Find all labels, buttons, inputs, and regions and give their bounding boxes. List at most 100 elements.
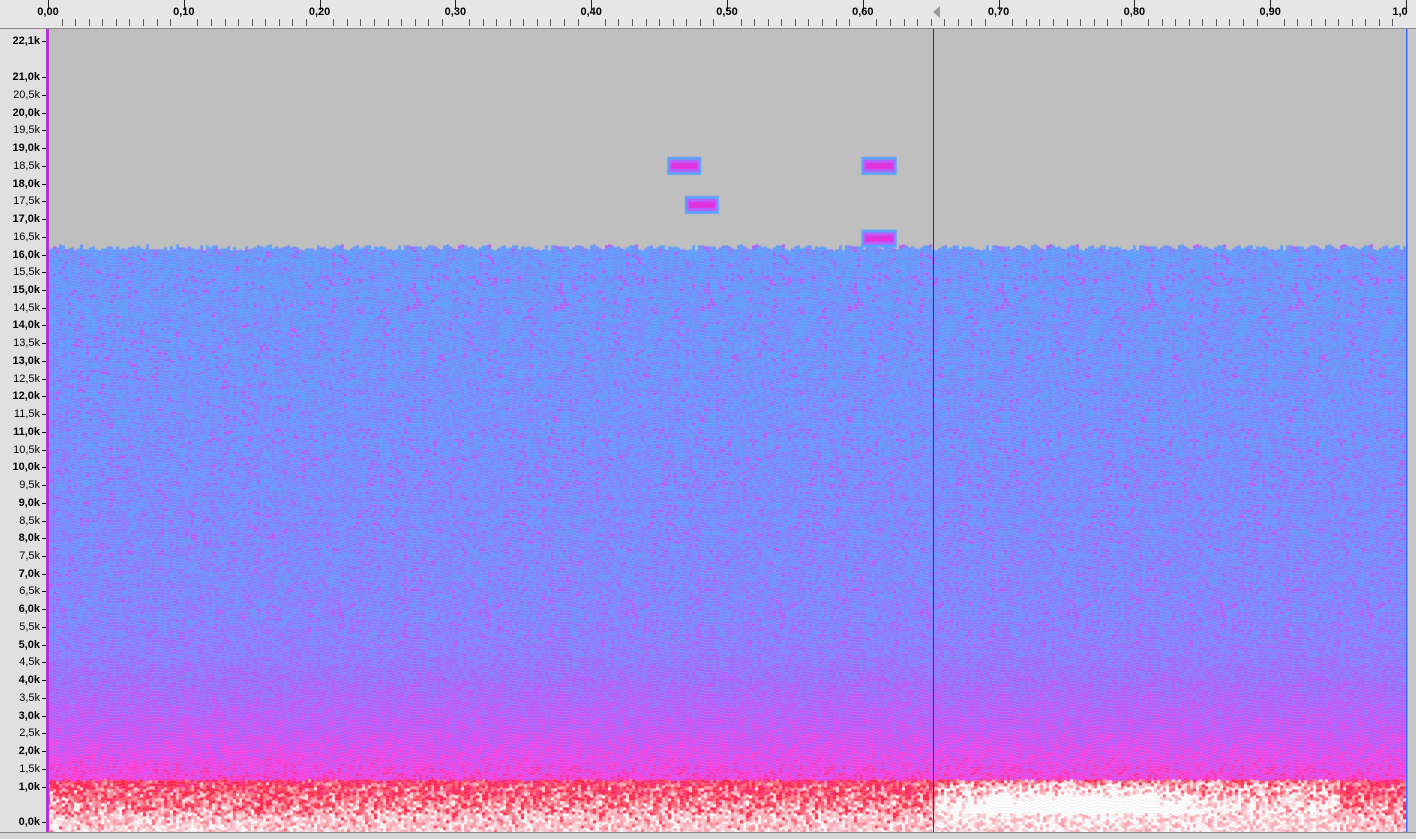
time-ruler-minor-tick	[1243, 19, 1244, 26]
frequency-label: 3,5k	[19, 691, 40, 704]
frequency-label: 7,0k	[18, 567, 40, 580]
time-ruler-minor-tick	[741, 19, 742, 26]
time-ruler[interactable]: 0,00 0,10 0,20 0,30 0,40 0,50 0,60 0,70 0,80 0,90…	[0, 0, 1416, 29]
time-ruler-minor-tick	[1311, 19, 1312, 26]
time-ruler-minor-tick	[1107, 19, 1108, 26]
time-ruler-minor-tick	[238, 19, 239, 26]
frequency-label: 6,5k	[19, 585, 40, 598]
frequency-label: 10,0k	[12, 461, 40, 474]
frequency-label: 1,5k	[19, 762, 40, 775]
frequency-axis[interactable]: 22,1k 21,0k 20,5k 20,0k 19,5k 19,0k 18,5k 18,0k…	[0, 29, 47, 832]
time-ruler-minor-tick	[415, 19, 416, 26]
time-ruler-minor-tick	[700, 19, 701, 26]
time-ruler-minor-tick	[931, 19, 932, 26]
time-ruler-minor-tick	[333, 19, 334, 26]
time-ruler-minor-tick	[252, 19, 253, 26]
time-ruler-minor-tick	[1012, 19, 1013, 26]
time-ruler-minor-tick	[1162, 19, 1163, 26]
frequency-label: 16,0k	[12, 248, 40, 261]
frequency-label: 19,5k	[13, 124, 40, 137]
cursor-marker-icon[interactable]	[933, 6, 940, 18]
time-ruler-minor-tick	[754, 19, 755, 26]
time-ruler-minor-tick	[401, 19, 402, 26]
time-ruler-label: 1,0	[1392, 6, 1408, 18]
frequency-label: 11,0k	[13, 425, 40, 438]
time-ruler-minor-tick	[578, 19, 579, 26]
time-ruler-label: 0,60	[852, 6, 874, 18]
time-ruler-minor-tick	[1202, 19, 1203, 26]
frequency-label: 18,0k	[12, 177, 40, 190]
time-ruler-minor-tick	[985, 19, 986, 26]
frequency-label: 5,5k	[19, 620, 40, 633]
time-ruler-minor-tick	[673, 19, 674, 26]
frequency-label: 12,5k	[13, 372, 40, 385]
time-ruler-minor-tick	[958, 19, 959, 26]
track-right-edge	[1407, 29, 1416, 832]
time-ruler-minor-tick	[605, 19, 606, 26]
time-ruler-minor-tick	[170, 19, 171, 26]
time-ruler-minor-tick	[1392, 19, 1393, 26]
time-ruler-minor-tick	[496, 19, 497, 26]
frequency-label: 18,5k	[13, 159, 40, 172]
frequency-label: 20,5k	[13, 88, 40, 101]
time-ruler-minor-tick	[360, 19, 361, 26]
time-ruler-minor-tick	[836, 19, 837, 26]
time-ruler-minor-tick	[1121, 19, 1122, 26]
spectrogram-canvas[interactable]	[47, 29, 1406, 832]
time-ruler-minor-tick	[483, 19, 484, 26]
time-ruler-minor-tick	[1039, 19, 1040, 26]
time-ruler-minor-tick	[469, 19, 470, 26]
frequency-label: 10,5k	[13, 443, 40, 456]
time-ruler-minor-tick	[795, 19, 796, 26]
time-ruler-minor-tick	[1094, 19, 1095, 26]
time-ruler-minor-tick	[564, 19, 565, 26]
frequency-label: 13,0k	[12, 354, 40, 367]
time-ruler-minor-tick	[1026, 19, 1027, 26]
frequency-label: 2,5k	[19, 727, 40, 740]
time-ruler-minor-tick	[428, 19, 429, 26]
frequency-label: 7,5k	[19, 550, 40, 562]
frequency-label: 12,0k	[12, 390, 40, 403]
time-ruler-minor-tick	[292, 19, 293, 26]
spectrogram-track[interactable]	[47, 29, 1406, 832]
time-ruler-minor-tick	[944, 19, 945, 26]
time-ruler-minor-tick	[1325, 19, 1326, 26]
time-ruler-minor-tick	[890, 19, 891, 26]
time-ruler-minor-tick	[523, 19, 524, 26]
time-ruler-minor-tick	[781, 19, 782, 26]
frequency-label: 4,0k	[18, 674, 40, 687]
frequency-label: 1,0k	[18, 780, 40, 793]
frequency-label: 11,5k	[13, 408, 40, 421]
frequency-label: 19,0k	[12, 142, 40, 155]
frequency-label: 22,1k	[12, 35, 40, 47]
frequency-label: 15,5k	[13, 266, 40, 279]
time-ruler-minor-tick	[550, 19, 551, 26]
frequency-label: 2,0k	[18, 745, 40, 758]
time-ruler-minor-tick	[822, 19, 823, 26]
time-ruler-minor-tick	[197, 19, 198, 26]
frequency-label: 13,5k	[13, 337, 40, 350]
time-ruler-minor-tick	[347, 19, 348, 26]
time-ruler-minor-tick	[129, 19, 130, 26]
frequency-label: 14,0k	[12, 319, 40, 332]
frequency-label: 6,0k	[18, 603, 40, 616]
time-ruler-minor-tick	[306, 19, 307, 26]
time-ruler-minor-tick	[62, 19, 63, 26]
time-ruler-minor-tick	[849, 19, 850, 26]
time-ruler-minor-tick	[157, 19, 158, 26]
time-ruler-minor-tick	[659, 19, 660, 26]
time-ruler-minor-tick	[1216, 19, 1217, 26]
edit-cursor-line[interactable]	[933, 29, 934, 832]
time-ruler-label: 0,00	[37, 6, 59, 18]
time-ruler-minor-tick	[917, 19, 918, 26]
time-ruler-minor-tick	[768, 19, 769, 26]
time-ruler-minor-tick	[904, 19, 905, 26]
time-ruler-minor-tick	[143, 19, 144, 26]
time-ruler-minor-tick	[442, 19, 443, 26]
time-ruler-label: 0,30	[444, 6, 467, 18]
time-ruler-minor-tick	[1257, 19, 1258, 26]
frequency-label: 0,0k	[18, 816, 40, 828]
time-ruler-minor-tick	[1229, 19, 1230, 26]
time-ruler-minor-tick	[1379, 19, 1380, 26]
frequency-label: 8,5k	[19, 514, 40, 527]
